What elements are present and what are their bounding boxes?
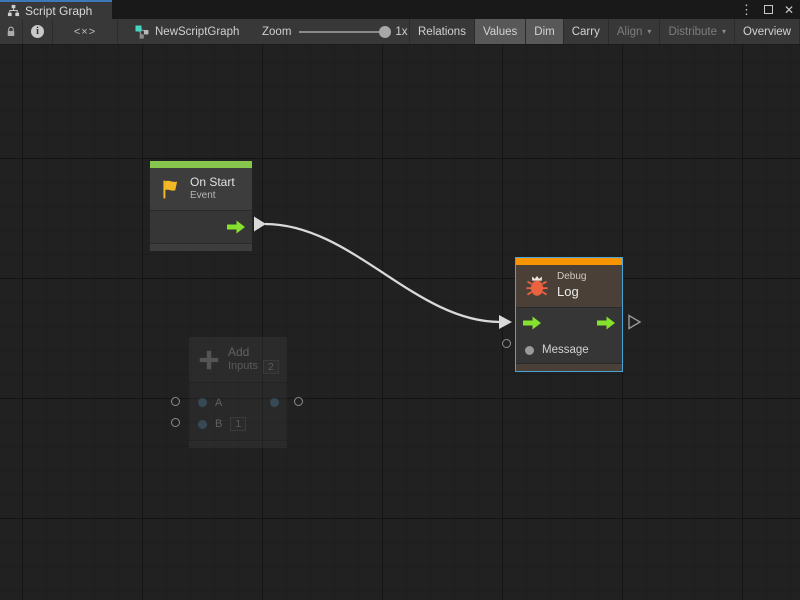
message-port-ring[interactable] (502, 339, 511, 348)
on-start-body (150, 210, 252, 243)
message-port-dot[interactable] (525, 346, 534, 355)
port-b-ring[interactable] (171, 418, 180, 427)
debug-log-body: Message (516, 307, 622, 363)
plus-icon (197, 348, 221, 372)
node-title: Add (228, 345, 279, 360)
window-controls: ⋮ ✕ (740, 0, 794, 19)
info-icon: i (31, 25, 44, 38)
code-preview-button[interactable]: <×> (53, 19, 118, 44)
port-a-ring[interactable] (171, 397, 180, 406)
sum-output-ring[interactable] (294, 397, 303, 406)
graph-asset-group[interactable]: NewScriptGraph (135, 19, 239, 44)
port-a-row: A (189, 392, 287, 413)
graph-asset-name: NewScriptGraph (155, 26, 239, 38)
relations-label: Relations (418, 26, 466, 38)
add-body: A B 1 (189, 382, 287, 440)
distribute-label: Distribute (668, 26, 717, 38)
port-b-value-field[interactable]: 1 (230, 417, 246, 431)
tab-title: Script Graph (25, 4, 92, 18)
bug-icon (524, 273, 550, 299)
overview-label: Overview (743, 26, 791, 38)
node-subtitle: Inputs (228, 360, 258, 374)
code-icon: <×> (74, 26, 96, 38)
add-footer (189, 440, 287, 448)
sum-output-dot[interactable] (270, 398, 279, 407)
toolbar-left-group: i <×> (0, 19, 118, 44)
zoom-label: Zoom (262, 26, 291, 38)
dim-label: Dim (534, 26, 554, 38)
lock-button[interactable] (0, 19, 23, 44)
debug-log-footer (516, 363, 622, 371)
relations-button[interactable]: Relations (410, 19, 475, 44)
message-port-label: Message (542, 344, 589, 356)
inputs-count-field[interactable]: 2 (263, 360, 279, 374)
graph-hierarchy-icon (7, 4, 20, 17)
on-start-node[interactable]: On Start Event (149, 160, 253, 252)
close-icon[interactable]: ✕ (784, 4, 794, 16)
debug-log-header: Debug Log (516, 265, 622, 307)
wire-arrowhead-icon (499, 315, 512, 329)
message-port-row: Message (516, 337, 622, 363)
chevron-down-icon: ▾ (722, 27, 726, 36)
port-a-dot[interactable] (198, 398, 207, 407)
execution-wire[interactable] (265, 224, 500, 322)
align-dropdown[interactable]: Align ▾ (609, 19, 661, 44)
values-label: Values (483, 26, 517, 38)
zoom-value: 1x (395, 26, 407, 38)
values-button[interactable]: Values (475, 19, 526, 44)
on-start-header: On Start Event (150, 168, 252, 210)
distribute-dropdown[interactable]: Distribute ▾ (660, 19, 735, 44)
add-header: Add Inputs 2 (189, 337, 287, 382)
debug-log-titles: Debug Log (557, 271, 586, 300)
graph-canvas[interactable]: On Start Event (0, 45, 800, 600)
overview-button[interactable]: Overview (735, 19, 800, 44)
flow-input-arrow-icon[interactable] (523, 316, 541, 329)
align-label: Align (617, 26, 643, 38)
zoom-control: Zoom 1x (262, 19, 408, 44)
script-graph-asset-icon (135, 25, 149, 39)
carry-button[interactable]: Carry (564, 19, 609, 44)
add-node[interactable]: Add Inputs 2 A B 1 (188, 336, 288, 449)
add-titles: Add Inputs 2 (228, 345, 279, 374)
lock-icon (5, 25, 17, 38)
node-title: Log (557, 284, 586, 301)
node-subtitle: Event (190, 190, 235, 203)
dim-button[interactable]: Dim (526, 19, 563, 44)
event-accent-bar (150, 161, 252, 168)
flow-output-arrow-icon[interactable] (227, 221, 245, 234)
tab-script-graph[interactable]: Script Graph (0, 0, 112, 19)
zoom-slider-knob[interactable] (379, 26, 391, 38)
debug-log-node[interactable]: Debug Log Message (515, 257, 623, 372)
port-b-dot[interactable] (198, 420, 207, 429)
graph-toolbar: i <×> NewScriptGraph Zoom 1x Rel (0, 19, 800, 45)
debug-output-port-triangle[interactable] (629, 316, 640, 329)
port-b-label: B (215, 418, 222, 430)
on-start-footer (150, 243, 252, 251)
on-start-titles: On Start Event (190, 175, 235, 203)
port-a-label: A (215, 397, 222, 409)
flow-row (516, 308, 622, 337)
script-graph-window: Script Graph ⋮ ✕ i <×> (0, 0, 800, 600)
port-b-row: B 1 (189, 413, 287, 435)
flag-icon (158, 177, 183, 202)
flow-output-arrow-icon[interactable] (597, 316, 615, 329)
zoom-slider[interactable] (299, 31, 387, 33)
maximize-icon[interactable] (764, 5, 773, 14)
wires-layer (0, 45, 800, 600)
on-start-output-port-triangle[interactable] (254, 217, 266, 232)
window-menu-icon[interactable]: ⋮ (740, 3, 753, 16)
carry-label: Carry (572, 26, 600, 38)
chevron-down-icon: ▾ (647, 27, 651, 36)
node-category: Debug (557, 271, 586, 284)
toolbar-toggle-group: Relations Values Dim Carry Align ▾ Distr… (409, 19, 800, 44)
node-title: On Start (190, 175, 235, 190)
info-button[interactable]: i (23, 19, 53, 44)
debug-accent-bar (516, 258, 622, 265)
tab-strip: Script Graph ⋮ ✕ (0, 0, 800, 19)
